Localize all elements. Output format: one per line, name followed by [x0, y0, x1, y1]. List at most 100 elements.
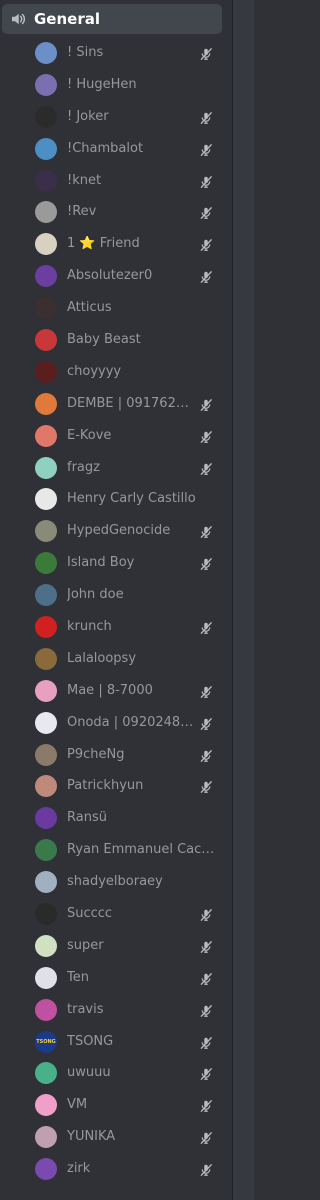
muted-mic-icon [199, 779, 213, 794]
username: fragz [67, 459, 100, 475]
avatar [35, 73, 57, 96]
voice-user-row[interactable]: TSONG TSONG [0, 1026, 232, 1058]
chat-area-edge [232, 0, 254, 1200]
voice-user-row[interactable]: HypedGenocide [0, 515, 232, 547]
muted-mic-icon [199, 1130, 213, 1145]
username: Succcc [67, 905, 113, 921]
username: 1 ⭐ Friend [67, 236, 140, 252]
voice-user-row[interactable]: krunch [0, 611, 232, 643]
voice-user-row[interactable]: Succcc [0, 898, 232, 930]
avatar [35, 488, 57, 511]
username: !knet [67, 172, 102, 188]
voice-user-row[interactable]: !Chambalot [0, 133, 232, 165]
voice-user-row[interactable]: Island Boy [0, 547, 232, 579]
muted-mic-icon [199, 971, 213, 985]
avatar [35, 615, 57, 638]
voice-user-row[interactable]: 1 ⭐ Friend [0, 228, 232, 260]
voice-user-row[interactable]: Mae | 8-7000 [0, 675, 232, 707]
muted-mic-icon [199, 110, 213, 124]
username: travis [67, 1001, 104, 1017]
muted-mic-icon [199, 620, 213, 634]
avatar [35, 552, 57, 575]
speaker-icon [8, 9, 28, 29]
username: !Chambalot [67, 140, 144, 156]
username: !Rev [67, 204, 97, 220]
username: choyyyy [67, 363, 122, 379]
avatar [35, 105, 57, 128]
voice-user-row[interactable]: travis [0, 994, 232, 1026]
muted-mic-icon [199, 174, 213, 188]
channel-name: General [34, 10, 100, 28]
avatar: TSONG [35, 1030, 57, 1053]
muted-mic-icon [199, 716, 213, 730]
voice-user-row[interactable]: !Rev [0, 196, 232, 228]
muted-mic-icon [199, 748, 213, 762]
voice-user-row[interactable]: !knet [0, 165, 232, 197]
voice-user-row[interactable]: Henry Carly Castillo [0, 483, 232, 515]
voice-user-row[interactable]: Absolutezer0 [0, 260, 232, 292]
username: Absolutezer0 [67, 268, 153, 284]
voice-user-row[interactable]: ! Joker [0, 101, 232, 133]
voice-user-row[interactable]: Ryan Emmanuel Cachuela [0, 834, 232, 866]
muted-mic-icon [199, 939, 213, 953]
username: Patrickhyun [67, 778, 144, 794]
username: Mae | 8-7000 [67, 682, 153, 698]
avatar [35, 360, 57, 383]
voice-user-row[interactable]: Baby Beast [0, 324, 232, 356]
username: Ten [67, 969, 89, 985]
voice-user-row[interactable]: P9cheNg [0, 739, 232, 771]
voice-user-row[interactable]: Ten [0, 962, 232, 994]
avatar [35, 807, 57, 830]
avatar [35, 839, 57, 862]
voice-user-row[interactable]: zirk [0, 1153, 232, 1185]
muted-mic-icon [199, 524, 213, 539]
muted-mic-icon [199, 397, 213, 411]
avatar [35, 998, 57, 1021]
muted-mic-icon [199, 1003, 213, 1017]
avatar [35, 1126, 57, 1149]
voice-channel-general[interactable]: General [2, 4, 222, 34]
voice-user-row[interactable]: uwuuu [0, 1058, 232, 1090]
avatar [35, 966, 57, 989]
voice-user-row[interactable]: Onoda | 092024871... [0, 707, 232, 739]
voice-user-row[interactable]: ! Sins [0, 37, 232, 69]
avatar [35, 871, 57, 894]
voice-user-row[interactable]: Lalaloopsy [0, 643, 232, 675]
panel-divider [232, 0, 233, 1200]
voice-user-row[interactable]: VM [0, 1089, 232, 1121]
muted-mic-icon [199, 1098, 213, 1113]
avatar [35, 902, 57, 925]
voice-user-row[interactable]: DEMBE | 09176240... [0, 388, 232, 420]
voice-user-row[interactable]: Patrickhyun [0, 770, 232, 802]
voice-user-row[interactable]: super [0, 930, 232, 962]
voice-user-row[interactable]: Ransü [0, 802, 232, 834]
username: Island Boy [67, 555, 135, 571]
username: Ryan Emmanuel Cachuela [67, 842, 222, 858]
voice-user-row[interactable]: ! HugeHen [0, 69, 232, 101]
voice-user-row[interactable]: shadyelboraey [0, 866, 232, 898]
voice-user-row[interactable]: fragz [0, 452, 232, 484]
voice-user-list: ! Sins ! HugeHen ! Joker !Chambalot !knet !Re… [0, 37, 232, 1185]
avatar [35, 328, 57, 351]
avatar [35, 456, 57, 479]
muted-mic-icon [199, 205, 213, 220]
voice-user-row[interactable]: John doe [0, 579, 232, 611]
voice-user-row[interactable]: Atticus [0, 292, 232, 324]
username: super [67, 937, 104, 953]
voice-user-row[interactable]: YUNIKA [0, 1121, 232, 1153]
muted-mic-icon [199, 1066, 213, 1081]
username: TSONG [67, 1033, 114, 1049]
username: krunch [67, 618, 112, 634]
avatar [35, 137, 57, 160]
voice-user-row[interactable]: E-Kove [0, 420, 232, 452]
muted-mic-icon [199, 429, 213, 443]
username: ! Joker [67, 108, 109, 124]
username: John doe [67, 587, 124, 603]
muted-mic-icon [199, 142, 213, 156]
username: Atticus [67, 300, 112, 316]
voice-user-row[interactable]: choyyyy [0, 356, 232, 388]
username: Ransü [67, 810, 107, 826]
username: uwuuu [67, 1065, 111, 1081]
avatar [35, 711, 57, 734]
avatar [35, 743, 57, 766]
